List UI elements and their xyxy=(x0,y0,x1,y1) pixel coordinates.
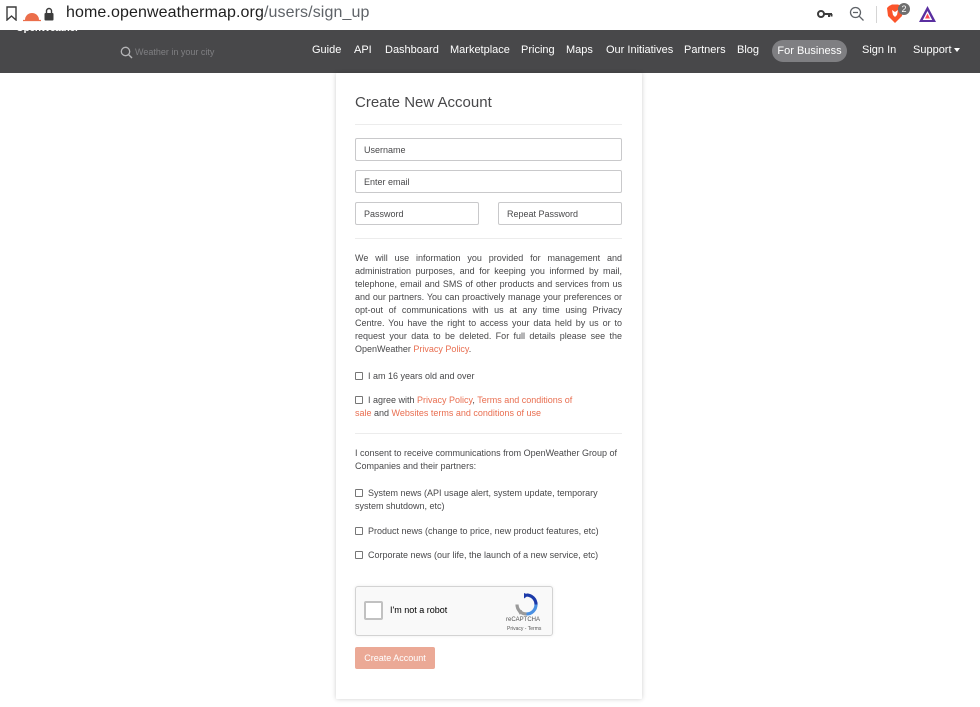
system-news-row: System news (API usage alert, system upd… xyxy=(355,487,610,513)
privacy-notice: We will use information you provided for… xyxy=(355,252,622,356)
recaptcha-logo-icon xyxy=(515,593,538,616)
nav-link-pricing[interactable]: Pricing xyxy=(521,44,555,56)
agree-privacy-policy-link[interactable]: Privacy Policy xyxy=(417,395,472,405)
support-label: Support xyxy=(913,44,952,56)
age-checkbox-row: I am 16 years old and over xyxy=(355,370,622,383)
email-input[interactable] xyxy=(355,170,622,193)
repeat-password-input[interactable] xyxy=(498,202,622,225)
nav-link-api[interactable]: API xyxy=(354,44,372,56)
corporate-news-label: Corporate news (our life, the launch of … xyxy=(368,550,599,560)
product-news-checkbox[interactable] xyxy=(355,527,363,535)
agree-checkbox-label: I agree with Privacy Policy, Terms and c… xyxy=(355,394,585,420)
zoom-out-icon[interactable] xyxy=(849,6,865,22)
privacy-notice-end: . xyxy=(468,344,472,354)
recaptcha-brand: reCAPTCHA xyxy=(506,617,541,623)
privacy-policy-link[interactable]: Privacy Policy xyxy=(413,344,468,354)
consent-text: I consent to receive communications from… xyxy=(355,448,617,471)
divider xyxy=(355,433,622,434)
city-search-input[interactable] xyxy=(135,42,285,62)
divider xyxy=(355,124,622,125)
page-title: Create New Account xyxy=(355,94,492,111)
create-account-button[interactable]: Create Account xyxy=(355,647,435,669)
nav-link-partners[interactable]: Partners xyxy=(684,44,726,56)
caret-down-icon xyxy=(953,48,960,53)
brave-shield-badge: 2 xyxy=(898,3,910,15)
nav-link-sign-in[interactable]: Sign In xyxy=(862,44,896,56)
corporate-news-row: Corporate news (our life, the launch of … xyxy=(355,549,622,562)
nav-link-guide[interactable]: Guide xyxy=(312,44,341,56)
age-checkbox-label: I am 16 years old and over xyxy=(368,371,475,381)
nav-support-dropdown[interactable]: Support xyxy=(913,44,960,56)
brave-rewards-icon[interactable] xyxy=(918,5,937,23)
recaptcha-privacy-terms-links[interactable]: Privacy - Terms xyxy=(507,626,541,632)
toolbar-divider xyxy=(876,6,877,23)
system-news-label: System news (API usage alert, system upd… xyxy=(355,488,598,511)
username-input[interactable] xyxy=(355,138,622,161)
divider xyxy=(355,238,622,239)
age-checkbox[interactable] xyxy=(355,372,363,380)
nav-link-our-initiatives[interactable]: Our Initiatives xyxy=(606,44,673,56)
logo-sun-icon xyxy=(23,13,41,22)
product-news-label: Product news (change to price, new produ… xyxy=(368,526,599,536)
url-path: /users/sign_up xyxy=(263,4,370,21)
agree-prefix: I agree with xyxy=(368,395,418,405)
key-icon[interactable] xyxy=(817,8,833,20)
search-icon[interactable] xyxy=(120,46,133,59)
website-terms-link[interactable]: Websites terms and conditions of use xyxy=(392,408,541,418)
url-host: home.openweathermap.org xyxy=(66,4,264,21)
url-text[interactable]: home.openweathermap.org/users/sign_up xyxy=(66,4,369,22)
browser-address-bar: home.openweathermap.org/users/sign_up 2 xyxy=(0,0,980,30)
nav-link-maps[interactable]: Maps xyxy=(566,44,593,56)
product-news-row: Product news (change to price, new produ… xyxy=(355,525,622,538)
for-business-button[interactable]: For Business xyxy=(772,40,847,62)
password-input[interactable] xyxy=(355,202,479,225)
system-news-checkbox[interactable] xyxy=(355,489,363,497)
nav-link-marketplace[interactable]: Marketplace xyxy=(450,44,510,56)
corporate-news-checkbox[interactable] xyxy=(355,551,363,559)
privacy-notice-text: We will use information you provided for… xyxy=(355,253,622,354)
recaptcha-widget: I'm not a robot reCAPTCHA Privacy - Term… xyxy=(355,586,553,636)
agree-and: and xyxy=(371,408,392,418)
nav-link-blog[interactable]: Blog xyxy=(737,44,759,56)
openweather-logo[interactable]: OpenWeather xyxy=(16,8,82,36)
logo-text: OpenWeather xyxy=(16,23,79,34)
recaptcha-checkbox[interactable] xyxy=(364,601,383,620)
recaptcha-label: I'm not a robot xyxy=(390,605,448,615)
nav-link-dashboard[interactable]: Dashboard xyxy=(385,44,439,56)
agree-checkbox-row: I agree with Privacy Policy, Terms and c… xyxy=(355,394,585,420)
agree-checkbox[interactable] xyxy=(355,396,363,404)
